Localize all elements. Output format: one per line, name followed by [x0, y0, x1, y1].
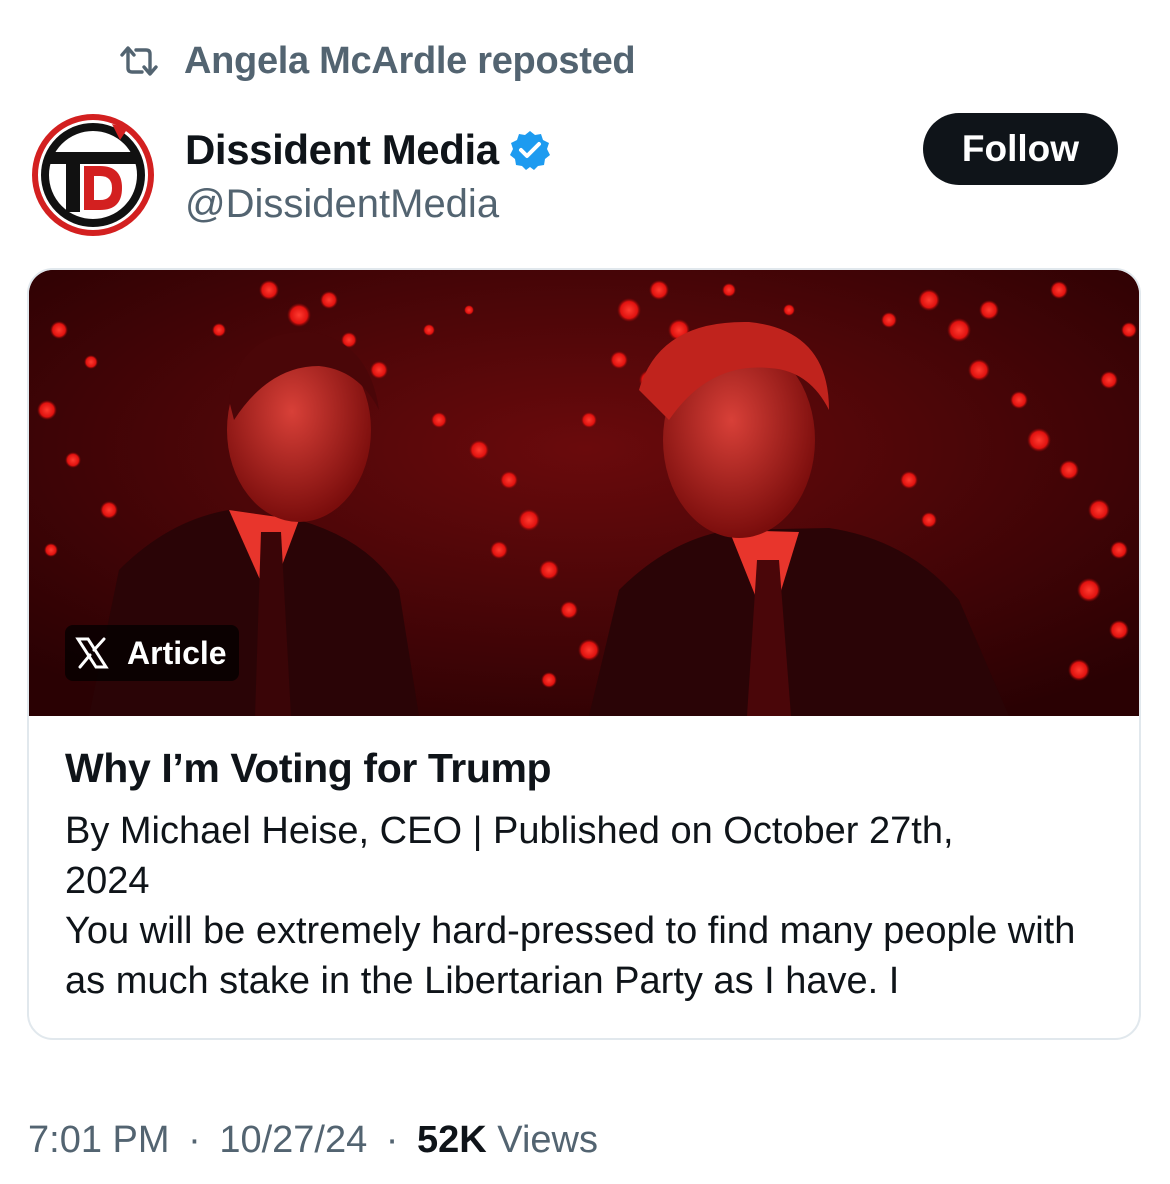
article-description: By Michael Heise, CEO | Published on Oct… — [65, 806, 1115, 1006]
repost-header[interactable]: Angela McArdle reposted — [118, 38, 636, 84]
repost-icon — [118, 39, 162, 83]
article-byline: By Michael Heise, CEO | Published on Oct… — [65, 810, 954, 902]
post-date[interactable]: 10/27/24 — [219, 1119, 367, 1161]
author-name[interactable]: Dissident Media — [185, 126, 499, 174]
author-name-row[interactable]: Dissident Media — [185, 122, 553, 178]
article-card[interactable]: Article Why I’m Voting for Trump By Mich… — [27, 268, 1141, 1040]
views-label: Views — [497, 1119, 598, 1161]
post-time[interactable]: 7:01 PM — [28, 1119, 170, 1161]
article-cover-image: Article — [29, 270, 1139, 716]
article-snippet: You will be extremely hard-pressed to fi… — [65, 910, 1076, 1002]
separator: · — [188, 1119, 201, 1161]
avatar[interactable] — [28, 110, 158, 240]
x-logo-icon — [75, 634, 113, 672]
article-title[interactable]: Why I’m Voting for Trump — [65, 740, 552, 796]
dissident-media-logo — [30, 112, 156, 238]
views-count[interactable]: 52K — [417, 1119, 487, 1161]
post-meta: 7:01 PM · 10/27/24 · 52K Views — [28, 1112, 598, 1168]
separator: · — [385, 1119, 399, 1161]
article-badge-label: Article — [127, 634, 227, 671]
author-handle[interactable]: @DissidentMedia — [185, 176, 499, 232]
repost-label: Angela McArdle reposted — [184, 39, 636, 82]
verified-badge-icon — [509, 128, 553, 172]
follow-button[interactable]: Follow — [923, 113, 1118, 185]
article-badge: Article — [65, 625, 239, 681]
